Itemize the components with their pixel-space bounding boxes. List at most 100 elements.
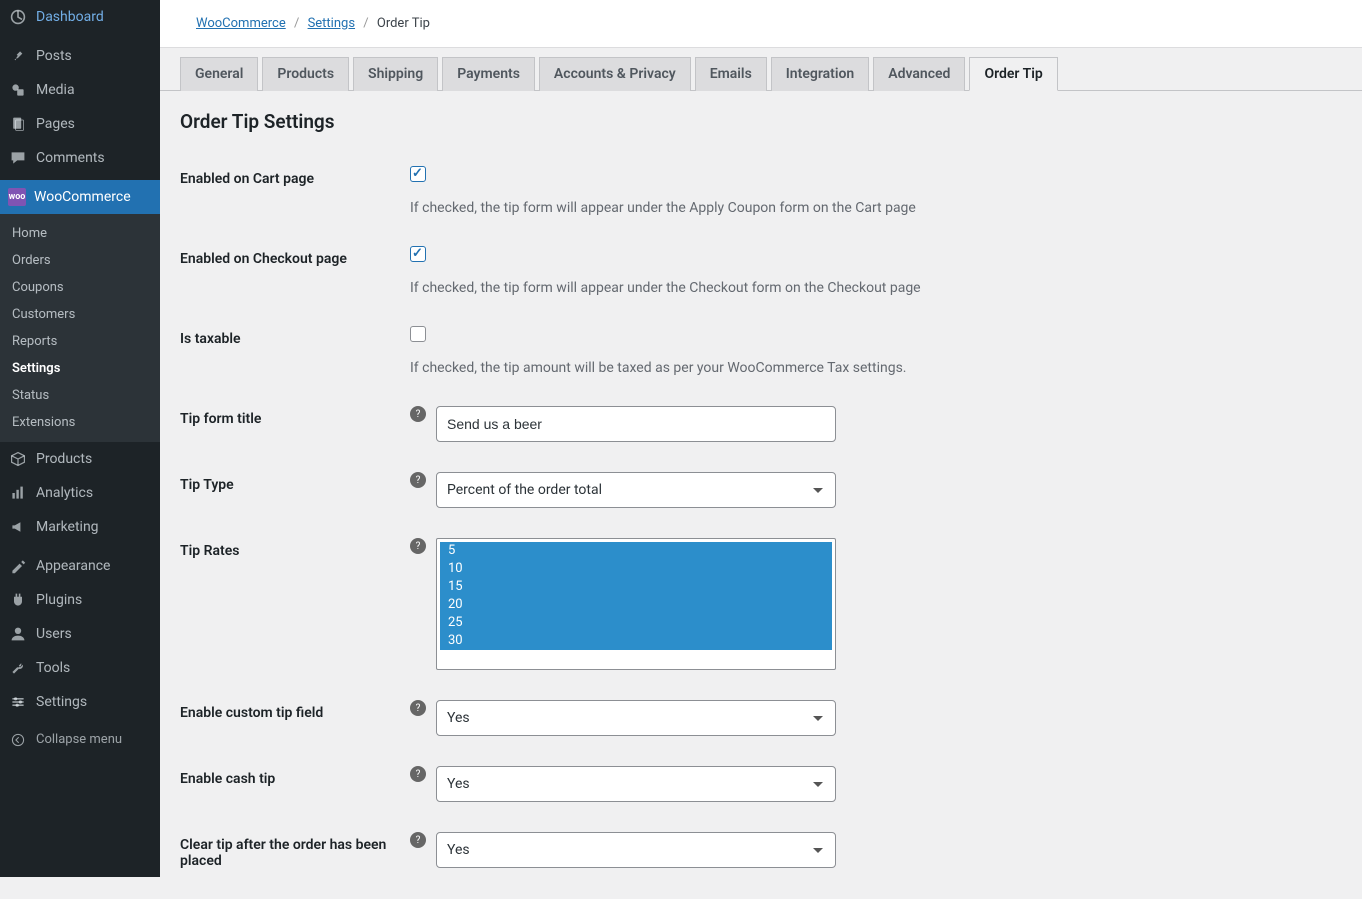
sub-item-customers[interactable]: Customers [0, 301, 160, 328]
help-tip-icon[interactable]: ? [410, 472, 426, 488]
sidebar-item-pages[interactable]: Pages [0, 107, 160, 141]
collapse-menu-button[interactable]: Collapse menu [0, 724, 160, 755]
sidebar-item-marketing[interactable]: Marketing [0, 510, 160, 544]
settings-form-table: Enabled on Cart page If checked, the tip… [180, 151, 1342, 889]
marketing-icon [8, 519, 28, 535]
tab-accounts-privacy[interactable]: Accounts & Privacy [539, 57, 691, 91]
sidebar-item-label: Tools [36, 660, 70, 676]
sub-item-coupons[interactable]: Coupons [0, 274, 160, 301]
help-tip-icon[interactable]: ? [410, 700, 426, 716]
tip-rate-option[interactable]: 25 [440, 614, 832, 632]
sidebar-item-label: Users [36, 626, 72, 642]
sub-item-reports[interactable]: Reports [0, 328, 160, 355]
collapse-label: Collapse menu [36, 732, 122, 747]
sidebar-item-settings[interactable]: Settings [0, 685, 160, 719]
checkbox-is-taxable[interactable] [410, 326, 426, 342]
breadcrumb-settings-link[interactable]: Settings [308, 16, 355, 31]
select-tip-type[interactable]: Percent of the order total [436, 472, 836, 508]
select-cash-tip-value: Yes [447, 776, 470, 792]
breadcrumb: WooCommerce / Settings / Order Tip [196, 16, 1326, 31]
tab-order-tip[interactable]: Order Tip [969, 57, 1057, 91]
settings-icon [8, 694, 28, 710]
help-tip-icon[interactable]: ? [410, 538, 426, 554]
select-clear-tip-value: Yes [447, 842, 470, 858]
help-tip-icon[interactable]: ? [410, 406, 426, 422]
sidebar-item-label: Analytics [36, 485, 93, 501]
select-clear-tip[interactable]: Yes [436, 832, 836, 868]
select-custom-tip-value: Yes [447, 710, 470, 726]
sidebar-item-dashboard[interactable]: Dashboard [0, 0, 160, 34]
sidebar-item-label: Media [36, 82, 75, 98]
analytics-icon [8, 485, 28, 501]
sidebar-item-label: WooCommerce [34, 189, 131, 205]
sidebar-item-plugins[interactable]: Plugins [0, 583, 160, 617]
label-enabled-checkout: Enabled on Checkout page [180, 231, 400, 311]
media-icon [8, 82, 28, 98]
woocommerce-icon: woo [8, 188, 26, 206]
multiselect-tip-rates[interactable]: 5 10 15 20 25 30 [436, 538, 836, 670]
comments-icon [8, 150, 28, 166]
label-clear-tip: Clear tip after the order has been place… [180, 817, 400, 889]
tip-rate-option[interactable]: 10 [440, 560, 832, 578]
sidebar-item-label: Marketing [36, 519, 99, 535]
sidebar-item-label: Settings [36, 694, 87, 710]
sidebar-item-label: Pages [36, 116, 75, 132]
tab-products[interactable]: Products [262, 57, 349, 91]
tab-payments[interactable]: Payments [442, 57, 535, 91]
tab-integration[interactable]: Integration [771, 57, 869, 91]
sidebar-item-analytics[interactable]: Analytics [0, 476, 160, 510]
tip-rate-option[interactable]: 15 [440, 578, 832, 596]
checkbox-enabled-checkout[interactable] [410, 246, 426, 262]
sidebar-item-woocommerce[interactable]: woo WooCommerce [0, 180, 160, 214]
page-title: Order Tip Settings [180, 101, 1342, 137]
select-custom-tip[interactable]: Yes [436, 700, 836, 736]
products-icon [8, 451, 28, 467]
sidebar-item-label: Plugins [36, 592, 82, 608]
dashboard-icon [8, 9, 28, 25]
top-bar: WooCommerce / Settings / Order Tip [160, 0, 1362, 48]
users-icon [8, 626, 28, 642]
label-enabled-cart: Enabled on Cart page [180, 151, 400, 231]
breadcrumb-current: Order Tip [377, 16, 430, 31]
label-is-taxable: Is taxable [180, 311, 400, 391]
tab-shipping[interactable]: Shipping [353, 57, 438, 91]
sidebar-item-products[interactable]: Products [0, 442, 160, 476]
sub-item-orders[interactable]: Orders [0, 247, 160, 274]
sidebar-item-comments[interactable]: Comments [0, 141, 160, 175]
input-tip-title[interactable] [436, 406, 836, 442]
sidebar-item-label: Dashboard [36, 9, 104, 25]
desc-enabled-checkout: If checked, the tip form will appear und… [410, 280, 1332, 296]
label-cash-tip: Enable cash tip [180, 751, 400, 817]
checkbox-enabled-cart[interactable] [410, 166, 426, 182]
sidebar-item-posts[interactable]: Posts [0, 39, 160, 73]
sidebar-item-appearance[interactable]: Appearance [0, 549, 160, 583]
label-tip-type: Tip Type [180, 457, 400, 523]
sidebar-item-users[interactable]: Users [0, 617, 160, 651]
tip-rate-option[interactable]: 20 [440, 596, 832, 614]
sub-item-extensions[interactable]: Extensions [0, 409, 160, 436]
appearance-icon [8, 558, 28, 574]
settings-content: Order Tip Settings Enabled on Cart page … [160, 91, 1362, 899]
tip-rate-option[interactable]: 30 [440, 632, 832, 650]
sub-item-settings[interactable]: Settings [0, 355, 160, 382]
sub-item-home[interactable]: Home [0, 220, 160, 247]
tab-general[interactable]: General [180, 57, 258, 91]
sidebar-item-media[interactable]: Media [0, 73, 160, 107]
admin-sidebar: Dashboard Posts Media Pages Comments woo… [0, 0, 160, 877]
help-tip-icon[interactable]: ? [410, 832, 426, 848]
help-tip-icon[interactable]: ? [410, 766, 426, 782]
label-tip-rates: Tip Rates [180, 523, 400, 685]
sub-item-status[interactable]: Status [0, 382, 160, 409]
tab-advanced[interactable]: Advanced [873, 57, 965, 91]
tools-icon [8, 660, 28, 676]
settings-tabs: General Products Shipping Payments Accou… [160, 48, 1362, 91]
tab-emails[interactable]: Emails [695, 57, 767, 91]
sidebar-item-tools[interactable]: Tools [0, 651, 160, 685]
collapse-icon [8, 733, 28, 747]
select-cash-tip[interactable]: Yes [436, 766, 836, 802]
label-custom-tip: Enable custom tip field [180, 685, 400, 751]
tip-rate-option[interactable]: 5 [440, 542, 832, 560]
main-content: WooCommerce / Settings / Order Tip Gener… [160, 0, 1362, 877]
desc-enabled-cart: If checked, the tip form will appear und… [410, 200, 1332, 216]
breadcrumb-woocommerce-link[interactable]: WooCommerce [196, 16, 286, 31]
